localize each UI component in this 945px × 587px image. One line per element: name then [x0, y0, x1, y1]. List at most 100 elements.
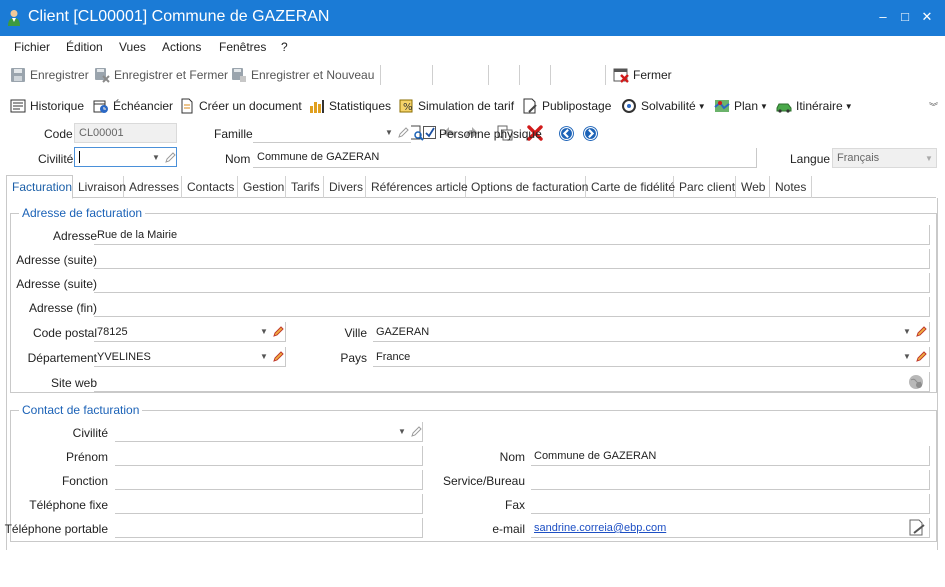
rate-simulation-button[interactable]: % Simulation de tarif [398, 96, 514, 116]
chevron-down-icon[interactable]: ▼ [385, 128, 393, 137]
solvency-button[interactable]: Solvabilité ▼ [621, 96, 706, 116]
billing-contact-title: Contact de facturation [19, 403, 143, 417]
fax-field[interactable] [531, 494, 930, 514]
tab-contacts[interactable]: Contacts [182, 176, 238, 198]
chevron-down-icon[interactable]: ▼ [152, 153, 160, 162]
menu-help[interactable]: ? [281, 40, 288, 54]
history-button[interactable]: Historique [10, 96, 84, 116]
phone-field[interactable] [115, 494, 423, 514]
email-field[interactable]: sandrine.correia@ebp.com [531, 518, 930, 538]
menu-fenetres[interactable]: Fenêtres [219, 40, 266, 54]
chevron-down-icon[interactable]: ▼ [260, 327, 268, 336]
next-record-icon[interactable] [582, 125, 599, 142]
rate-simulation-icon: % [399, 99, 413, 113]
address2-field[interactable] [94, 249, 930, 269]
menu-vues[interactable]: Vues [119, 40, 146, 54]
pencil-icon[interactable] [164, 151, 176, 164]
minimize-button[interactable]: – [873, 8, 893, 26]
civility-label: Civilité [38, 152, 74, 166]
address4-field[interactable] [94, 297, 930, 317]
globe-icon[interactable] [908, 374, 924, 390]
chevron-down-icon[interactable]: ▼ [903, 327, 911, 336]
code-field[interactable]: CL00001 [74, 123, 177, 143]
zip-select[interactable]: 78125 ▼ [94, 322, 286, 342]
schedule-icon [93, 100, 108, 113]
pencil-icon[interactable] [915, 350, 927, 363]
chevron-down-icon[interactable]: ▼ [398, 427, 406, 436]
contact-name-field[interactable]: Commune de GAZERAN [531, 446, 930, 466]
map-label: Plan [734, 99, 759, 113]
save-close-button[interactable]: Enregistrer et Fermer [94, 65, 228, 85]
toolbar-separator [519, 65, 520, 85]
previous-record-icon[interactable] [558, 125, 575, 142]
pencil-icon[interactable] [915, 325, 927, 338]
department-select[interactable]: YVELINES ▼ [94, 347, 286, 367]
email-link[interactable]: sandrine.correia@ebp.com [534, 522, 666, 534]
website-field[interactable] [94, 372, 930, 392]
name-label: Nom [225, 152, 251, 166]
mailing-button[interactable]: Publipostage [522, 96, 611, 116]
send-email-icon[interactable] [908, 519, 926, 536]
map-button[interactable]: Plan ▼ [714, 96, 768, 116]
language-label: Langue [790, 152, 831, 166]
name-field[interactable]: Commune de GAZERAN [253, 148, 757, 168]
menu-fichier[interactable]: Fichier [14, 40, 50, 54]
create-document-button[interactable]: Créer un document [179, 96, 302, 116]
statistics-button[interactable]: Statistiques [309, 96, 391, 116]
route-button[interactable]: Itinéraire ▼ [776, 96, 853, 116]
language-select[interactable]: Français ▼ [832, 148, 937, 168]
family-label: Famille [214, 127, 253, 141]
address3-field[interactable] [94, 273, 930, 293]
tab-web[interactable]: Web [736, 176, 770, 198]
tab-parc-client[interactable]: Parc client [674, 176, 736, 198]
tab-notes[interactable]: Notes [770, 176, 812, 198]
tab-references-article[interactable]: Références article [366, 176, 468, 198]
tab-tarifs[interactable]: Tarifs [286, 176, 324, 198]
save-button[interactable]: Enregistrer [10, 65, 89, 85]
toolbar-separator [488, 65, 489, 85]
tab-gestion[interactable]: Gestion [238, 176, 286, 198]
tab-options-facturation[interactable]: Options de facturation [466, 176, 588, 198]
country-select[interactable]: France ▼ [373, 347, 930, 367]
tab-facturation[interactable]: Facturation [6, 175, 73, 199]
toolbar-separator [550, 65, 551, 85]
family-select[interactable]: ▼ [253, 123, 411, 143]
chevron-down-icon: ▼ [925, 154, 933, 163]
floppy-icon [11, 68, 25, 82]
address-field[interactable]: Rue de la Mairie [94, 225, 930, 245]
car-icon [776, 103, 792, 113]
service-field[interactable] [531, 470, 930, 490]
close-button[interactable]: Fermer [613, 65, 672, 85]
map-icon [714, 100, 730, 112]
close-window-button[interactable]: ✕ [917, 8, 937, 26]
tab-divers[interactable]: Divers [324, 176, 366, 198]
contact-civility-select[interactable]: ▼ [115, 422, 423, 442]
chevron-down-icon[interactable]: ▼ [260, 352, 268, 361]
city-select[interactable]: GAZERAN ▼ [373, 322, 930, 342]
pencil-icon[interactable] [397, 126, 409, 139]
maximize-button[interactable]: □ [895, 8, 915, 26]
schedule-button[interactable]: Échéancier [93, 96, 173, 116]
function-field[interactable] [115, 470, 423, 490]
civility-select[interactable]: ▼ [74, 147, 177, 167]
solvency-label: Solvabilité [641, 99, 696, 113]
mobile-field[interactable] [115, 518, 423, 538]
tab-carte-fidelite[interactable]: Carte de fidélité [586, 176, 675, 198]
save-close-label: Enregistrer et Fermer [114, 68, 229, 82]
menu-edition[interactable]: Édition [66, 40, 103, 54]
pencil-icon[interactable] [272, 325, 284, 338]
save-new-button[interactable]: Enregistrer et Nouveau [231, 65, 374, 85]
firstname-field[interactable] [115, 446, 423, 466]
menu-actions[interactable]: Actions [162, 40, 201, 54]
tab-adresses[interactable]: Adresses [124, 176, 182, 198]
tab-livraison[interactable]: Livraison [73, 176, 126, 198]
pencil-icon[interactable] [272, 350, 284, 363]
email-label: e-mail [492, 522, 525, 536]
text-cursor [79, 151, 80, 163]
person-checkbox[interactable] [423, 126, 436, 139]
chevron-down-icon[interactable]: ▼ [903, 352, 911, 361]
billing-address-group: Adresse de facturation Adresse Rue de la… [10, 206, 937, 393]
contact-civility-label: Civilité [72, 426, 108, 440]
pencil-icon[interactable] [410, 425, 422, 438]
toolbar-overflow-icon[interactable]: ︾ [929, 100, 938, 113]
